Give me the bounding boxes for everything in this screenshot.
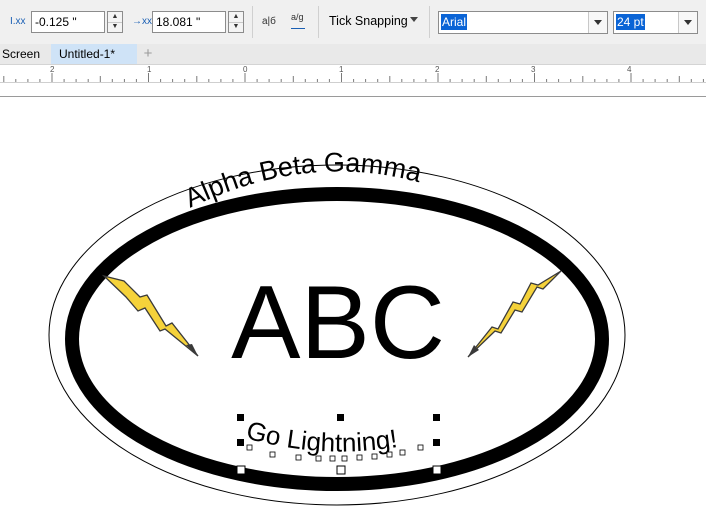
drawing-canvas[interactable]: Alpha Beta Gamma ABC Go Lightning! xyxy=(0,83,706,513)
ruler-label: 2 xyxy=(435,65,440,74)
selection-handle[interactable] xyxy=(237,439,244,446)
y-position-spinner[interactable]: ▲ ▼ xyxy=(228,11,244,33)
character-node[interactable] xyxy=(315,455,322,462)
x-position-spinner[interactable]: ▲ ▼ xyxy=(107,11,123,33)
selection-handle[interactable] xyxy=(336,465,346,475)
character-node[interactable] xyxy=(341,455,348,462)
toolbar-separator xyxy=(252,6,253,38)
y-position-input[interactable]: 18.081 " xyxy=(152,11,226,33)
spin-down-icon[interactable]: ▼ xyxy=(229,22,243,32)
chevron-down-icon[interactable] xyxy=(588,12,607,33)
selection-handle[interactable] xyxy=(236,465,246,475)
character-node[interactable] xyxy=(246,444,253,451)
character-node[interactable] xyxy=(399,449,406,456)
tab-screen[interactable]: Screen xyxy=(2,44,40,64)
vertical-text-baseline-icon xyxy=(291,28,305,29)
horizontal-ruler[interactable]: 2 1 0 1 2 3 4 xyxy=(0,65,706,83)
chevron-down-icon[interactable] xyxy=(678,12,697,33)
spin-down-icon[interactable]: ▼ xyxy=(108,22,122,32)
tick-snapping-dropdown[interactable]: Tick Snapping xyxy=(329,14,408,28)
toolbar-separator xyxy=(429,6,430,38)
font-name-value[interactable]: Arial xyxy=(441,14,468,30)
tab-untitled-1[interactable]: Untitled-1* xyxy=(51,44,137,64)
ruler-label: 3 xyxy=(531,65,536,74)
font-name-combo[interactable]: Arial xyxy=(438,11,608,34)
ruler-label: 2 xyxy=(50,65,55,74)
ruler-label: 1 xyxy=(147,65,152,74)
ruler-ticks xyxy=(3,73,704,82)
x-position-input[interactable]: -0.125 " xyxy=(31,11,105,33)
chevron-down-icon[interactable] xyxy=(410,17,418,22)
selection-handle[interactable] xyxy=(433,439,440,446)
character-node[interactable] xyxy=(417,444,424,451)
vertical-text-icon[interactable]: a/g xyxy=(291,12,304,22)
character-node[interactable] xyxy=(371,453,378,460)
character-node[interactable] xyxy=(386,451,393,458)
ruler-label: 0 xyxy=(243,65,248,74)
ruler-label: 1 xyxy=(339,65,344,74)
drawing-artwork[interactable]: Alpha Beta Gamma ABC Go Lightning! xyxy=(0,83,706,513)
selection-handle[interactable] xyxy=(337,414,344,421)
add-tab-icon[interactable]: + xyxy=(140,46,156,62)
selection-handle[interactable] xyxy=(433,414,440,421)
character-node[interactable] xyxy=(295,454,302,461)
character-node[interactable] xyxy=(269,451,276,458)
font-size-value[interactable]: 24 pt xyxy=(616,14,645,30)
character-spacing-icon[interactable]: a|б xyxy=(262,16,276,27)
y-position-icon: →xx xyxy=(132,16,152,27)
property-bar: I.xx -0.125 " ▲ ▼ →xx 18.081 " ▲ ▼ a|б a… xyxy=(0,0,706,45)
font-size-combo[interactable]: 24 pt xyxy=(613,11,698,34)
x-position-icon: I.xx xyxy=(10,16,26,27)
toolbar-separator xyxy=(318,6,319,38)
ruler-label: 4 xyxy=(627,65,632,74)
selection-handle[interactable] xyxy=(237,414,244,421)
character-node[interactable] xyxy=(356,454,363,461)
document-tab-bar: Screen Untitled-1* + xyxy=(0,44,706,65)
character-node[interactable] xyxy=(329,455,336,462)
main-text[interactable]: ABC xyxy=(231,265,445,381)
selection-handle[interactable] xyxy=(432,465,442,475)
